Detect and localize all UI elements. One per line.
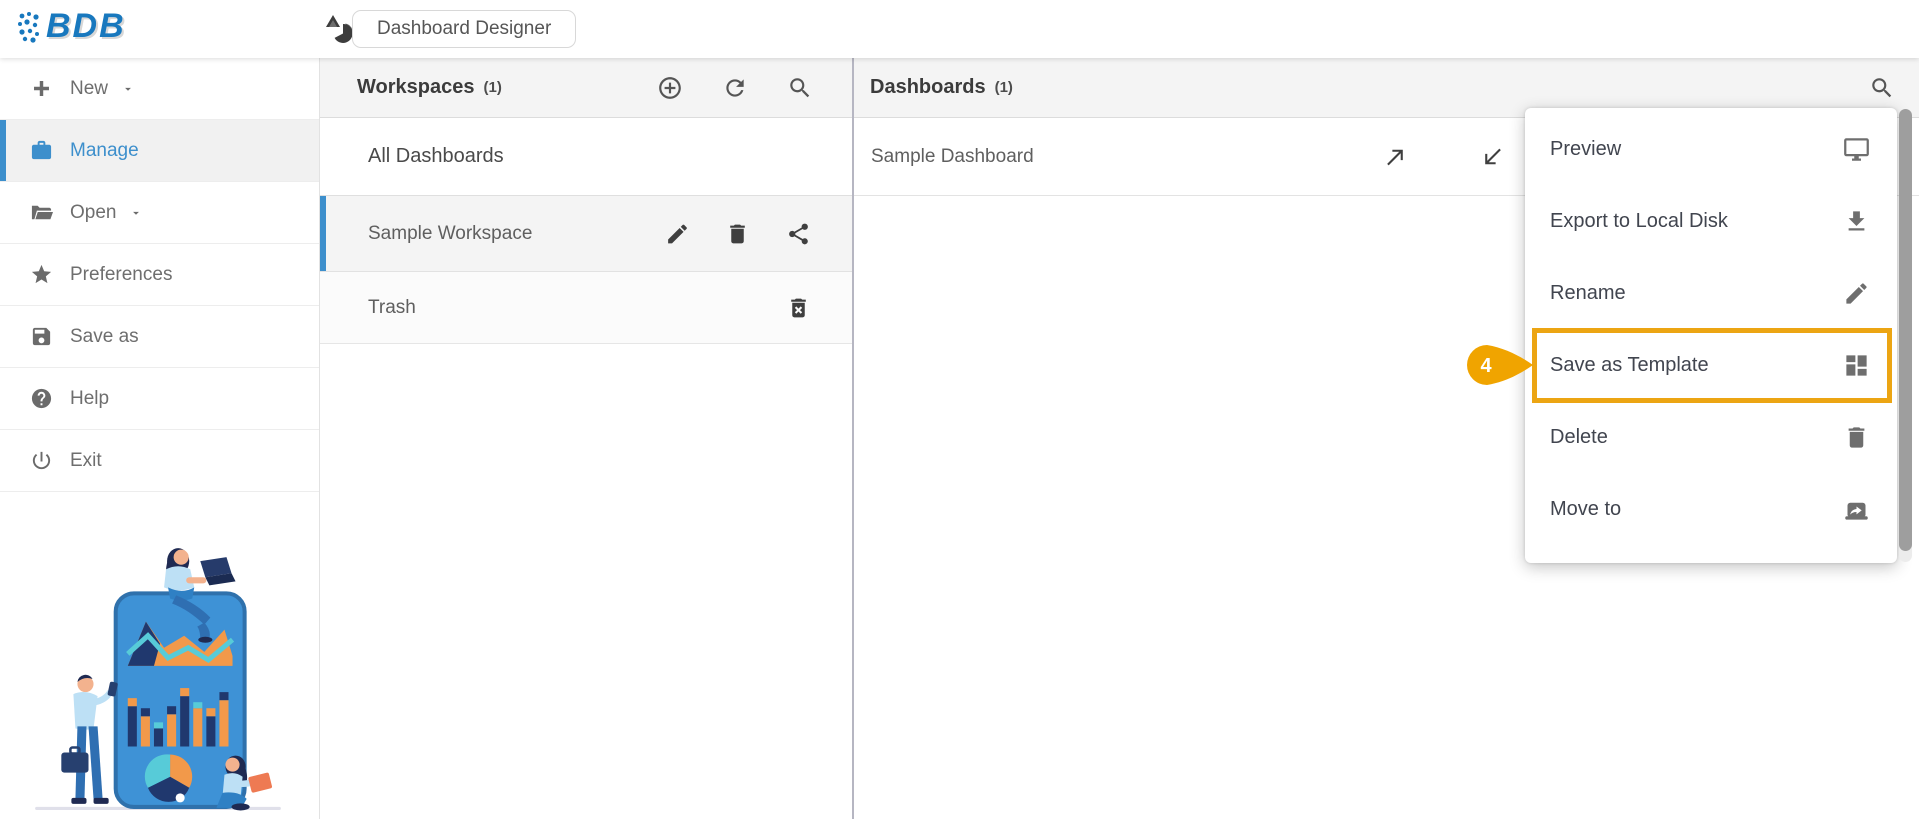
menu-item-rename[interactable]: Rename <box>1525 257 1897 329</box>
dashboard-designer-icon <box>326 15 353 43</box>
help-icon <box>31 388 52 409</box>
menu-item-label: Preview <box>1550 137 1622 160</box>
logo-dots-icon <box>18 11 39 43</box>
dashboard-designer-app: BDB Dashboard Designer New Manage Open P… <box>0 0 1919 819</box>
step-4-badge: 4 <box>1467 345 1533 385</box>
add-workspace-icon[interactable] <box>657 75 683 101</box>
edit-workspace-icon[interactable] <box>665 221 690 246</box>
chevron-down-icon <box>133 211 140 215</box>
search-icon[interactable] <box>1869 75 1895 101</box>
sidebar-item-open[interactable]: Open <box>0 182 319 244</box>
workspace-item-label: Trash <box>368 296 416 318</box>
bdb-logo[interactable]: BDB <box>16 7 126 46</box>
dashboard-context-menu: Preview Export to Local Disk Rename Save… <box>1525 108 1897 563</box>
analytics-illustration <box>35 548 281 811</box>
star-icon <box>31 264 52 284</box>
scrollbar-thumb[interactable] <box>1899 109 1912 551</box>
sidebar-item-label: Open <box>70 201 117 223</box>
sidebar-item-new[interactable]: New <box>0 58 319 120</box>
sidebar-item-label: Manage <box>70 139 139 161</box>
sidebar-item-label: Save as <box>70 325 139 347</box>
sidebar-item-save-as[interactable]: Save as <box>0 306 319 368</box>
workspace-item-all-dashboards[interactable]: All Dashboards <box>320 118 852 196</box>
briefcase-icon <box>31 140 52 160</box>
menu-item-delete[interactable]: Delete <box>1525 401 1897 473</box>
download-icon <box>1848 210 1865 230</box>
workspace-item-label: Sample Workspace <box>368 222 533 244</box>
menu-item-label: Move to <box>1550 497 1622 520</box>
empty-trash-icon[interactable] <box>786 295 811 320</box>
top-bar: BDB Dashboard Designer <box>0 0 1919 58</box>
share-workspace-icon[interactable] <box>786 221 811 246</box>
move-to-icon <box>1845 502 1868 520</box>
workspaces-panel: Workspaces (1) All Dashboards Sample Wor… <box>320 58 852 819</box>
save-icon <box>32 327 51 346</box>
folder-open-icon <box>31 205 53 220</box>
menu-item-preview[interactable]: Preview <box>1525 113 1897 185</box>
menu-item-export-to-local-disk[interactable]: Export to Local Disk <box>1525 185 1897 257</box>
sidebar-item-exit[interactable]: Exit <box>0 430 319 492</box>
dashboard-item-label: Sample Dashboard <box>871 145 1034 167</box>
app-title-pill[interactable]: Dashboard Designer <box>352 10 577 48</box>
pencil-icon <box>1846 282 1867 304</box>
sidebar-item-help[interactable]: Help <box>0 368 319 430</box>
menu-item-save-as-template[interactable]: Save as Template <box>1525 329 1897 401</box>
app-title: Dashboard Designer <box>377 18 552 39</box>
sidebar-item-label: Preferences <box>70 263 173 285</box>
logo-text: BDB <box>46 7 126 45</box>
chevron-down-icon <box>125 87 131 91</box>
open-in-current-tab-icon[interactable] <box>1480 144 1505 169</box>
sidebar-item-manage[interactable]: Manage <box>0 120 319 182</box>
menu-item-label: Export to Local Disk <box>1550 209 1728 232</box>
delete-workspace-icon[interactable] <box>725 221 750 246</box>
dashboards-count: (1) <box>994 79 1013 96</box>
monitor-icon <box>1844 137 1869 161</box>
workspaces-title: Workspaces <box>357 76 475 98</box>
menu-item-label: Save as Template <box>1550 353 1709 376</box>
menu-item-move-to[interactable]: Move to <box>1525 473 1897 545</box>
sidebar-item-label: Help <box>70 387 110 409</box>
menu-item-label: Delete <box>1550 425 1608 448</box>
refresh-icon[interactable] <box>722 75 748 101</box>
menu-item-label: Rename <box>1550 281 1626 304</box>
sidebar: New Manage Open Preferences Save as Help… <box>0 58 320 819</box>
open-in-new-tab-icon[interactable] <box>1383 144 1408 169</box>
sidebar-item-label: New <box>70 77 109 99</box>
workspace-item-trash[interactable]: Trash <box>320 272 852 344</box>
search-icon[interactable] <box>787 75 813 101</box>
plus-icon <box>34 81 49 96</box>
step-number: 4 <box>1480 355 1492 377</box>
workspace-item-sample-workspace[interactable]: Sample Workspace <box>320 196 852 272</box>
dashboards-title: Dashboards <box>870 76 986 98</box>
sidebar-item-label: Exit <box>70 449 102 471</box>
workspaces-header: Workspaces (1) <box>320 58 852 118</box>
workspace-item-label: All Dashboards <box>368 145 504 167</box>
panel-divider <box>852 58 854 819</box>
dashboard-grid-icon <box>1846 354 1867 376</box>
sidebar-item-preferences[interactable]: Preferences <box>0 244 319 306</box>
power-icon <box>32 451 51 470</box>
trash-icon <box>1848 426 1865 448</box>
workspaces-count: (1) <box>483 79 502 96</box>
